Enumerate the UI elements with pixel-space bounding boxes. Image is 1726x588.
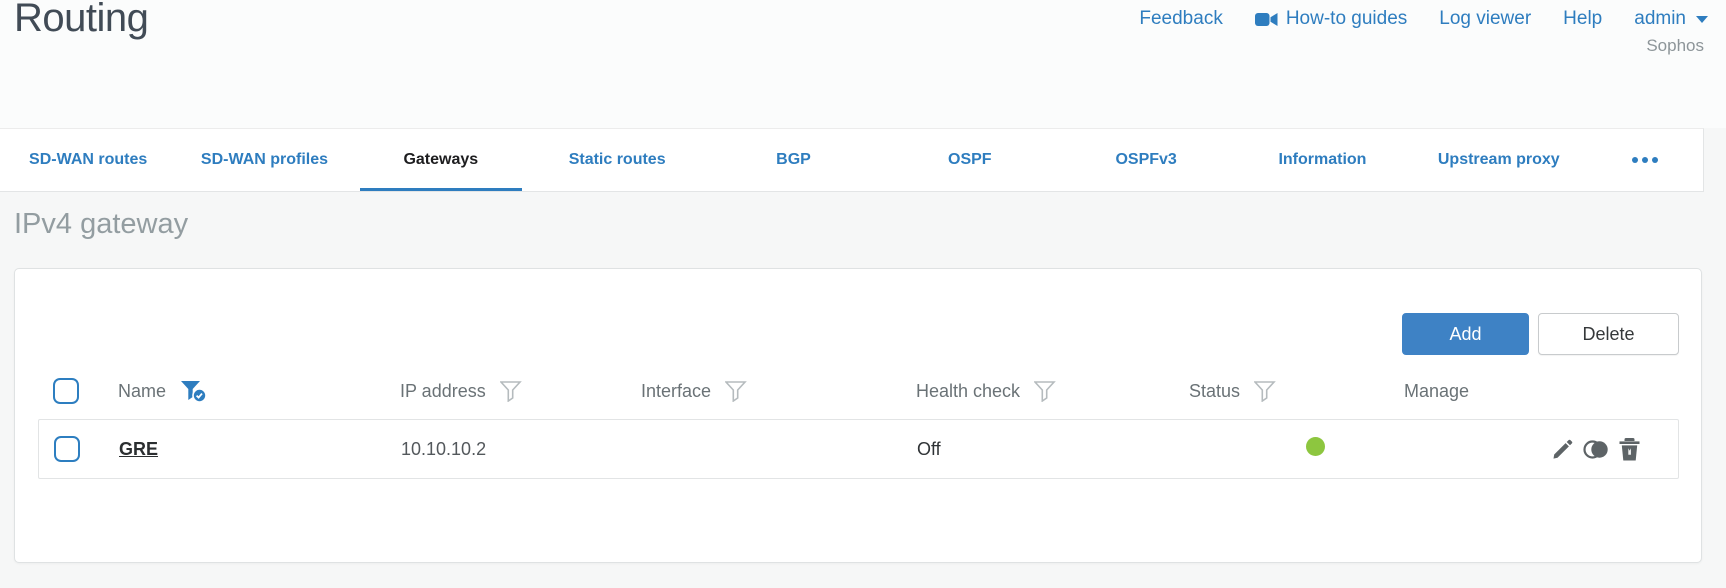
howto-guides-label: How-to guides	[1285, 8, 1408, 29]
caret-down-icon	[1696, 15, 1708, 23]
delete-trash-icon[interactable]	[1619, 437, 1640, 461]
brand-label: Sophos	[1646, 36, 1704, 55]
column-header-manage: Manage	[1404, 380, 1470, 401]
tab-static-routes[interactable]: Static routes	[529, 129, 705, 191]
more-tabs-button[interactable]	[1587, 129, 1703, 191]
table-header: Name IP address Interface Health check S…	[38, 367, 1679, 415]
clone-icon[interactable]	[1583, 438, 1610, 461]
help-label: Help	[1563, 8, 1603, 29]
filter-icon[interactable]	[725, 380, 747, 402]
ellipsis-icon	[1631, 157, 1638, 163]
ip-address-value: 10.10.10.2	[401, 438, 487, 459]
feedback-link[interactable]: Feedback	[1139, 8, 1222, 30]
video-camera-icon	[1254, 12, 1278, 27]
tab-information[interactable]: Information	[1234, 129, 1410, 191]
table-toolbar: Add Delete	[38, 313, 1679, 355]
tab-ospfv3[interactable]: OSPFv3	[1058, 129, 1234, 191]
column-header-ip-address: IP address	[400, 380, 486, 401]
row-checkbox[interactable]	[54, 436, 80, 462]
howto-guides-link[interactable]: How-to guides	[1254, 8, 1408, 30]
tab-bgp[interactable]: BGP	[705, 129, 881, 191]
tab-ospf[interactable]: OSPF	[882, 129, 1058, 191]
filter-active-icon[interactable]	[180, 380, 207, 403]
tab-sd-wan-profiles[interactable]: SD-WAN profiles	[176, 129, 352, 191]
feedback-label: Feedback	[1139, 8, 1223, 29]
help-link[interactable]: Help	[1563, 8, 1602, 30]
column-header-status: Status	[1189, 380, 1241, 401]
tab-upstream-proxy[interactable]: Upstream proxy	[1411, 129, 1587, 191]
delete-button[interactable]: Delete	[1538, 313, 1679, 355]
filter-icon[interactable]	[1254, 380, 1276, 402]
select-all-checkbox[interactable]	[53, 378, 79, 404]
column-header-name: Name	[118, 380, 167, 401]
top-nav: Feedback How-to guides Log viewer Help a…	[1139, 8, 1708, 30]
main-content: IPv4 gateway Add Delete Name IP address	[0, 208, 1726, 563]
status-cell	[1190, 437, 1405, 461]
log-viewer-link[interactable]: Log viewer	[1439, 8, 1531, 30]
health-check-value: Off	[917, 438, 941, 459]
add-button[interactable]: Add	[1402, 313, 1529, 355]
page-header: Routing Feedback How-to guides Log viewe…	[0, 0, 1726, 128]
ipv4-gateway-card: Add Delete Name IP address Interface Hea…	[14, 268, 1702, 563]
admin-menu[interactable]: admin	[1634, 8, 1708, 30]
column-header-interface: Interface	[641, 380, 712, 401]
filter-icon[interactable]	[1034, 380, 1056, 402]
column-header-health-check: Health check	[916, 380, 1021, 401]
log-viewer-label: Log viewer	[1439, 8, 1532, 29]
admin-label: admin	[1634, 8, 1686, 29]
table-row: GRE 10.10.10.2 Off	[38, 419, 1679, 479]
tab-bar: SD-WAN routes SD-WAN profiles Gateways S…	[0, 128, 1704, 192]
ellipsis-icon	[1651, 157, 1658, 163]
edit-pencil-icon[interactable]	[1551, 438, 1574, 461]
page-title: Routing	[14, 0, 149, 40]
gateway-name-link[interactable]: GRE	[119, 439, 158, 459]
tab-gateways[interactable]: Gateways	[353, 129, 529, 191]
filter-icon[interactable]	[499, 380, 522, 402]
status-up-indicator	[1306, 437, 1325, 456]
manage-cell	[1405, 437, 1678, 461]
ellipsis-icon	[1641, 157, 1648, 163]
tab-sd-wan-routes[interactable]: SD-WAN routes	[0, 129, 176, 191]
section-heading: IPv4 gateway	[14, 208, 189, 240]
